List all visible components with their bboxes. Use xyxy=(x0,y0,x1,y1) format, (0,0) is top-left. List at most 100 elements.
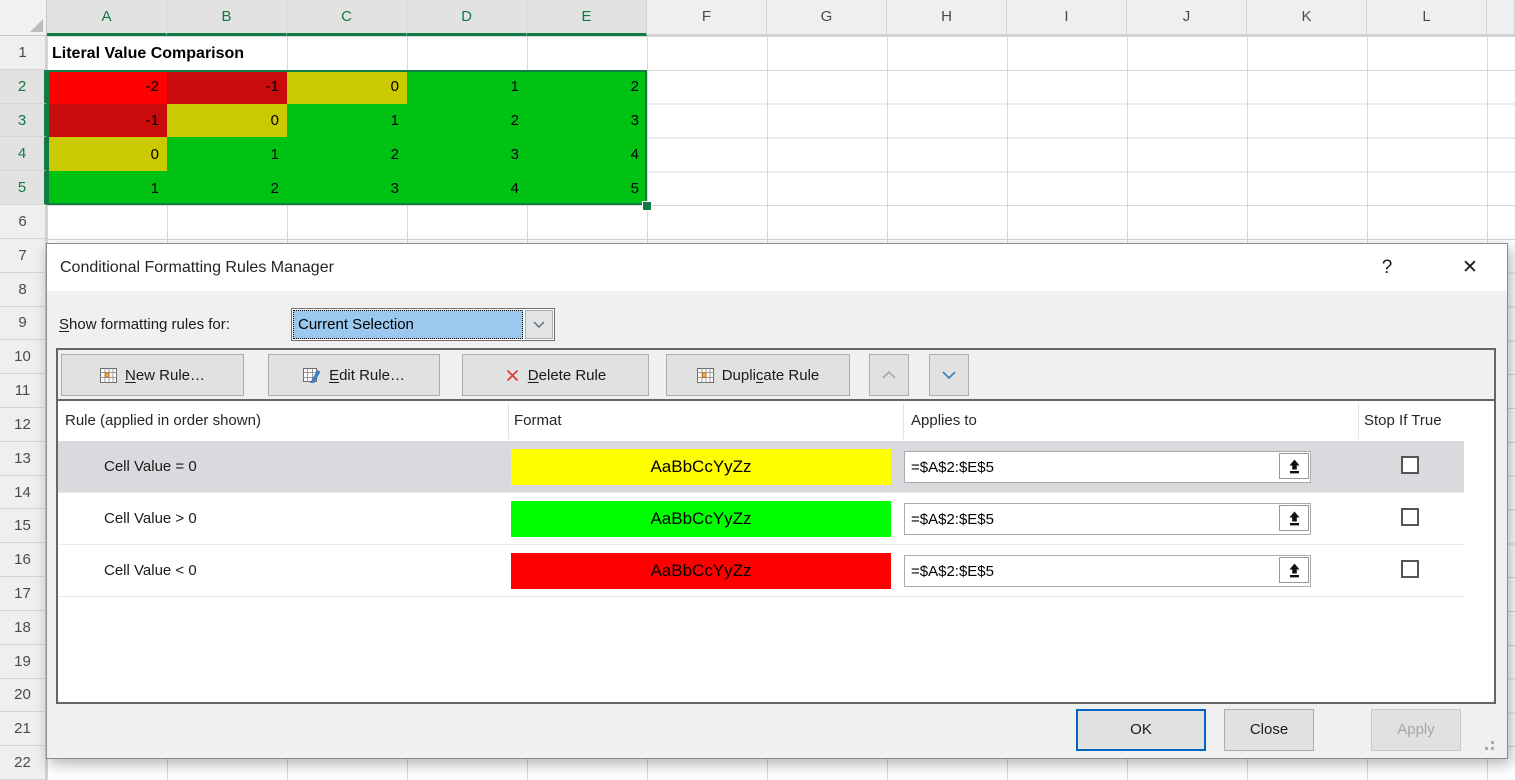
range-picker-button[interactable] xyxy=(1279,557,1309,583)
column-header-C[interactable]: C xyxy=(287,0,407,36)
row-header-13[interactable]: 13 xyxy=(0,442,47,476)
range-picker-button[interactable] xyxy=(1279,505,1309,531)
grid-cell[interactable]: 2 xyxy=(287,137,407,171)
row-header-17[interactable]: 17 xyxy=(0,577,47,611)
help-button[interactable]: ? xyxy=(1373,244,1401,291)
row-header-10[interactable]: 10 xyxy=(0,340,47,374)
grid-cell[interactable]: 2 xyxy=(407,104,527,138)
grid-cell[interactable]: 3 xyxy=(407,137,527,171)
grid-cell[interactable]: 0 xyxy=(287,70,407,104)
row-header-16[interactable]: 16 xyxy=(0,543,47,577)
table-grid-icon xyxy=(697,368,714,383)
row-header-8[interactable]: 8 xyxy=(0,273,47,307)
column-header-I[interactable]: I xyxy=(1007,0,1127,36)
format-preview: AaBbCcYyZz xyxy=(511,553,891,589)
new-rule-button[interactable]: New Rule… xyxy=(61,354,244,396)
dropdown-button[interactable] xyxy=(525,310,553,339)
row-header-21[interactable]: 21 xyxy=(0,712,47,746)
conditional-formatting-rules-manager-dialog: Conditional Formatting Rules Manager ? ✕… xyxy=(46,243,1508,759)
rule-row-cell-value-eq-0[interactable]: Cell Value = 0 AaBbCcYyZz xyxy=(58,441,1464,493)
row-header-19[interactable]: 19 xyxy=(0,645,47,679)
range-picker-button[interactable] xyxy=(1279,453,1309,479)
grid-cell[interactable]: 2 xyxy=(527,70,647,104)
column-header-L[interactable]: L xyxy=(1367,0,1487,36)
column-header-J[interactable]: J xyxy=(1127,0,1247,36)
stop-if-true-checkbox[interactable] xyxy=(1401,508,1419,526)
applies-to-input[interactable] xyxy=(904,451,1311,483)
row-header-7[interactable]: 7 xyxy=(0,239,47,273)
grid-cell[interactable]: 0 xyxy=(47,137,167,171)
rules-manager-panel: New Rule… Edit Rule… Delete Rule Duplica… xyxy=(56,348,1496,704)
column-header-B[interactable]: B xyxy=(167,0,287,36)
grid-cell[interactable]: 3 xyxy=(287,171,407,205)
grid-cell[interactable]: 4 xyxy=(527,137,647,171)
header-applies: Applies to xyxy=(911,401,977,441)
column-header-K[interactable]: K xyxy=(1247,0,1367,36)
rules-list-header: Rule (applied in order shown) Format App… xyxy=(58,401,1494,441)
row-header-22[interactable]: 22 xyxy=(0,746,47,780)
column-header-H[interactable]: H xyxy=(887,0,1007,36)
column-header-A[interactable]: A xyxy=(47,0,167,36)
button-label: Edit Rule… xyxy=(329,367,405,384)
row-header-3[interactable]: 3 xyxy=(0,104,47,138)
rule-row-cell-value-lt-0[interactable]: Cell Value < 0 AaBbCcYyZz xyxy=(58,545,1464,597)
grid-cell[interactable]: 0 xyxy=(167,104,287,138)
grid-cell[interactable]: 4 xyxy=(407,171,527,205)
resize-grip[interactable] xyxy=(1491,741,1494,744)
duplicate-rule-button[interactable]: Duplicate Rule xyxy=(666,354,850,396)
stop-if-true-checkbox[interactable] xyxy=(1401,456,1419,474)
move-rule-down-button[interactable] xyxy=(929,354,969,396)
rule-row-cell-value-gt-0[interactable]: Cell Value > 0 AaBbCcYyZz xyxy=(58,493,1464,545)
applies-to-input[interactable] xyxy=(904,503,1311,535)
column-header-G[interactable]: G xyxy=(767,0,887,36)
applies-to-input[interactable] xyxy=(904,555,1311,587)
header-separator xyxy=(903,403,904,439)
grid-cell[interactable]: -1 xyxy=(47,104,167,138)
delete-rule-button[interactable]: Delete Rule xyxy=(462,354,649,396)
row-header-15[interactable]: 15 xyxy=(0,509,47,543)
row-header-14[interactable]: 14 xyxy=(0,476,47,510)
rule-description: Cell Value < 0 xyxy=(104,545,197,597)
show-rules-dropdown[interactable]: Current Selection xyxy=(291,308,555,341)
column-header-D[interactable]: D xyxy=(407,0,527,36)
row-header-20[interactable]: 20 xyxy=(0,679,47,713)
grid-cell[interactable]: 2 xyxy=(167,171,287,205)
row-header-12[interactable]: 12 xyxy=(0,408,47,442)
grid-cell[interactable]: 1 xyxy=(167,137,287,171)
row-header-5[interactable]: 5 xyxy=(0,171,47,205)
column-header-F[interactable]: F xyxy=(647,0,767,36)
row-header-6[interactable]: 6 xyxy=(0,205,47,239)
close-button[interactable]: Close xyxy=(1224,709,1314,751)
grid-cell[interactable]: -2 xyxy=(47,70,167,104)
row-header-9[interactable]: 9 xyxy=(0,307,47,341)
collapse-dialog-icon xyxy=(1288,563,1301,578)
row-header-11[interactable]: 11 xyxy=(0,374,47,408)
fill-handle[interactable] xyxy=(642,201,652,211)
apply-button-disabled[interactable]: Apply xyxy=(1371,709,1461,751)
grid-cell[interactable]: 5 xyxy=(527,171,647,205)
dialog-titlebar[interactable]: Conditional Formatting Rules Manager ? ✕ xyxy=(47,244,1507,291)
header-separator xyxy=(1358,403,1359,439)
close-icon[interactable]: ✕ xyxy=(1453,244,1487,291)
select-all-corner[interactable] xyxy=(0,0,47,36)
row-header-18[interactable]: 18 xyxy=(0,611,47,645)
grid-cell[interactable]: 1 xyxy=(407,70,527,104)
column-header-partial xyxy=(1487,0,1515,36)
row-header-4[interactable]: 4 xyxy=(0,137,47,171)
ok-button[interactable]: OK xyxy=(1076,709,1206,751)
button-label: Delete Rule xyxy=(528,367,606,384)
stop-if-true-checkbox[interactable] xyxy=(1401,560,1419,578)
cell-a1-title[interactable]: Literal Value Comparison xyxy=(52,37,250,70)
grid-cell[interactable]: 1 xyxy=(287,104,407,138)
move-rule-up-button[interactable] xyxy=(869,354,909,396)
row-header-1[interactable]: 1 xyxy=(0,36,47,70)
grid-cell[interactable]: -1 xyxy=(167,70,287,104)
rule-description: Cell Value = 0 xyxy=(104,441,197,493)
grid-cell[interactable]: 1 xyxy=(47,171,167,205)
grid-cell[interactable]: 3 xyxy=(527,104,647,138)
format-preview: AaBbCcYyZz xyxy=(511,501,891,537)
row-header-2[interactable]: 2 xyxy=(0,70,47,104)
chevron-up-icon xyxy=(882,371,896,379)
edit-rule-button[interactable]: Edit Rule… xyxy=(268,354,440,396)
column-header-E[interactable]: E xyxy=(527,0,647,36)
